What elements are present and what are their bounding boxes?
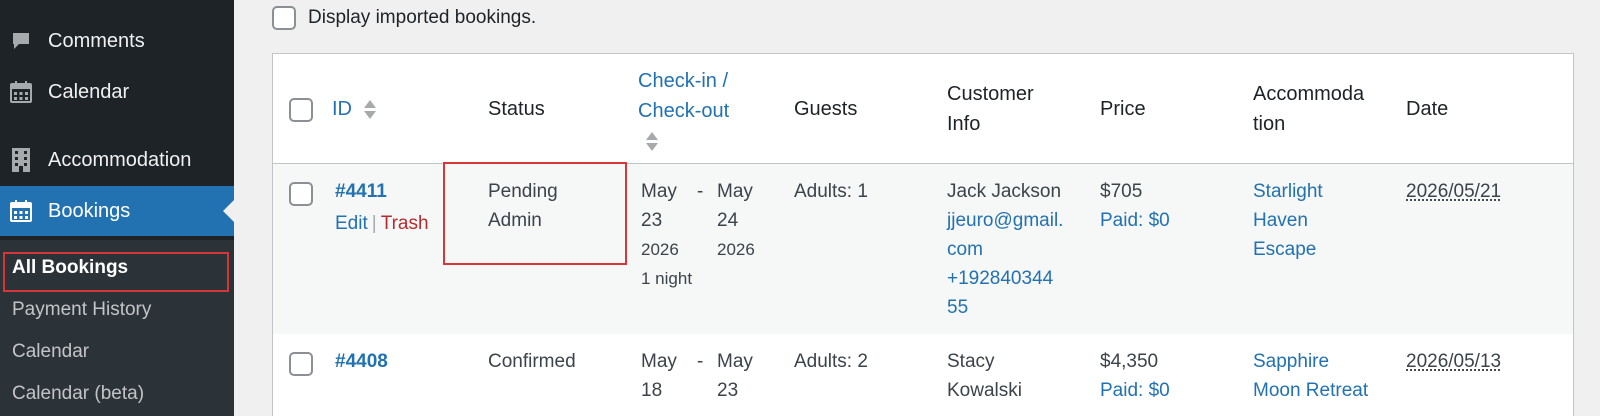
row-checkbox[interactable] (289, 182, 313, 206)
paid-link[interactable]: Paid: $0 (1100, 206, 1170, 235)
checkin-cell: May 23 2026 1 night (641, 177, 692, 293)
submenu-calendar[interactable]: Calendar (12, 341, 89, 363)
date-dash: - (697, 177, 703, 206)
customer-phone-link[interactable]: +192840344 55 (947, 264, 1063, 322)
accommodation-link[interactable]: Starlight Haven Escape (1253, 177, 1323, 264)
row-actions: Edit | Trash (335, 209, 429, 238)
column-header-price: Price (1100, 94, 1146, 124)
menu-label: Comments (48, 30, 145, 53)
date-dash: - (697, 347, 703, 376)
menu-label: Calendar (48, 81, 129, 104)
accommodation-link[interactable]: Sapphire Moon Retreat (1253, 347, 1368, 405)
calendar-icon (9, 80, 33, 104)
menu-label: Bookings (48, 200, 130, 223)
price-cell: $705 Paid: $0 (1100, 177, 1170, 235)
display-imported-label: Display imported bookings. (308, 7, 536, 29)
guests-cell: Adults: 2 (794, 347, 868, 376)
booking-date: 2026/05/21 (1406, 177, 1501, 206)
menu-item-comments[interactable]: Comments (0, 16, 234, 66)
menu-item-partial (0, 0, 234, 2)
paid-link[interactable]: Paid: $0 (1100, 376, 1170, 405)
highlight-box (443, 162, 627, 265)
column-header-accommodation: Accommoda tion (1253, 79, 1364, 139)
sort-icon (364, 100, 376, 119)
customer-cell: Jack Jackson jjeuro@gmail. com +19284034… (947, 177, 1063, 322)
menu-item-bookings[interactable]: Bookings (0, 186, 234, 236)
column-header-status: Status (488, 94, 545, 124)
booking-id-link[interactable]: #4408 (335, 347, 388, 376)
customer-email-link[interactable]: jjeuro@gmail. com (947, 206, 1063, 264)
calendar-icon (9, 199, 33, 223)
column-header-customer: Customer Info (947, 79, 1034, 139)
edit-link[interactable]: Edit (335, 213, 368, 234)
display-imported-filter: Display imported bookings. (272, 6, 536, 30)
building-icon (9, 148, 33, 172)
column-header-id[interactable]: ID (332, 94, 376, 124)
column-header-checkin[interactable]: Check-in / Check-out (638, 66, 729, 156)
checkout-cell: May 24 2026 (717, 177, 755, 264)
checkout-cell: May 23 (717, 347, 753, 405)
guests-cell: Adults: 1 (794, 177, 868, 206)
row-checkbox[interactable] (289, 352, 313, 376)
table-header: ID Status Check-in / Check-out Guests Cu… (273, 54, 1573, 164)
status-cell: Confirmed (488, 347, 576, 376)
admin-sidebar: Comments Calendar Accommodation Bookings… (0, 0, 234, 416)
column-header-guests: Guests (794, 94, 857, 124)
price-cell: $4,350 Paid: $0 (1100, 347, 1170, 405)
menu-item-accommodation[interactable]: Accommodation (0, 135, 234, 185)
comment-bubble-icon (9, 29, 33, 53)
booking-id-link[interactable]: #4411 (335, 177, 387, 206)
booking-date: 2026/05/13 (1406, 347, 1501, 376)
display-imported-checkbox[interactable] (272, 6, 296, 30)
highlight-box (3, 252, 229, 292)
customer-cell: Stacy Kowalski (947, 347, 1022, 405)
submenu-calendar-beta[interactable]: Calendar (beta) (12, 383, 144, 405)
select-all-checkbox[interactable] (289, 98, 313, 122)
menu-label: Accommodation (48, 149, 191, 172)
sort-icon (646, 132, 658, 151)
table-row: #4408 Confirmed May 18 - May 23 Adults: … (273, 334, 1573, 416)
submenu-payment-history[interactable]: Payment History (12, 299, 151, 321)
checkin-cell: May 18 (641, 347, 677, 405)
trash-link[interactable]: Trash (381, 213, 429, 234)
menu-item-calendar[interactable]: Calendar (0, 67, 234, 117)
column-header-date: Date (1406, 94, 1448, 124)
